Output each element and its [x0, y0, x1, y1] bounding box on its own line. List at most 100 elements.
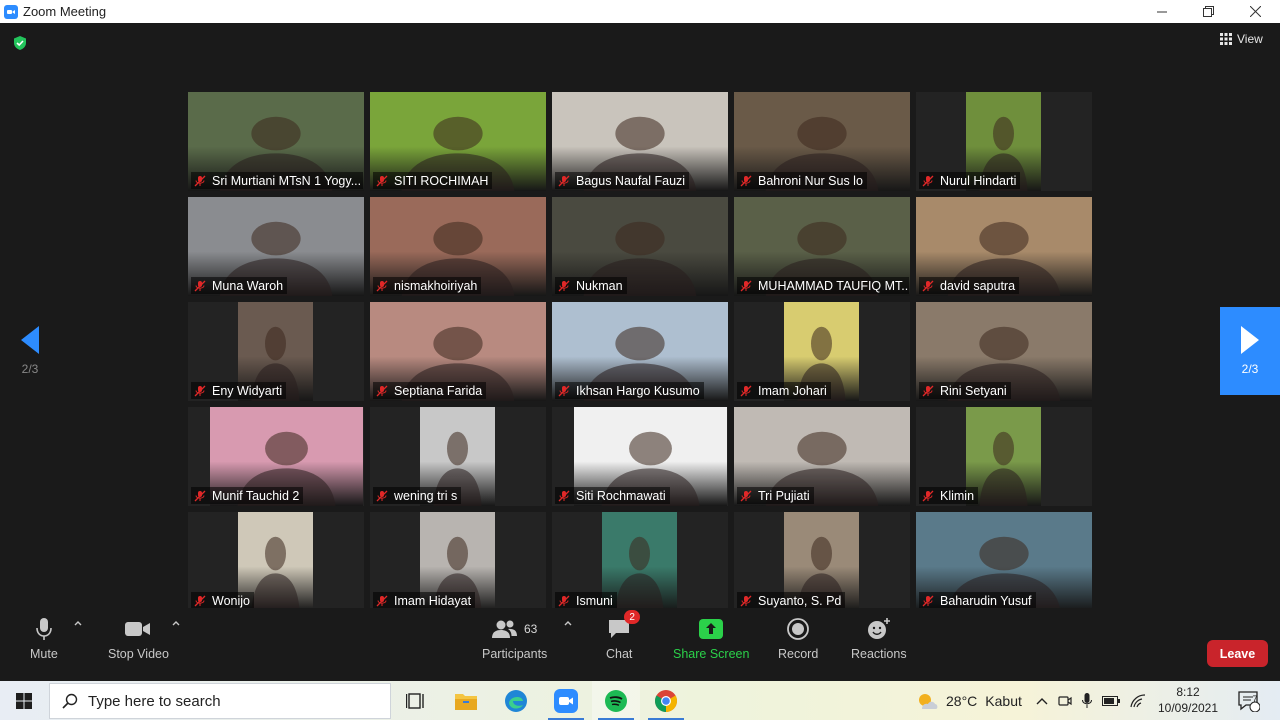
muted-microphone-icon	[922, 280, 934, 291]
participant-tile[interactable]: Siti Rochmawati	[552, 407, 728, 506]
participant-tile[interactable]: Ismuni	[552, 512, 728, 611]
participant-name-label: Imam Hidayat	[373, 592, 476, 609]
participant-tile[interactable]: Nukman	[552, 197, 728, 296]
participant-tile[interactable]: Klimin	[916, 407, 1092, 506]
participant-name-label: Rini Setyani	[919, 382, 1011, 399]
video-options-caret-icon[interactable]	[171, 618, 181, 628]
participant-tile[interactable]: Munif Tauchid 2	[188, 407, 364, 506]
taskbar-chrome[interactable]	[642, 681, 690, 720]
participant-name: Ikhsan Hargo Kusumo	[576, 383, 700, 398]
close-button[interactable]	[1232, 0, 1278, 23]
mute-button[interactable]: Mute	[30, 614, 58, 661]
previous-page-button[interactable]: 2/3	[0, 307, 60, 395]
participant-tile[interactable]: Wonijo	[188, 512, 364, 611]
window-titlebar: Zoom Meeting	[0, 0, 1280, 23]
participant-name-label: Wonijo	[191, 592, 254, 609]
muted-microphone-icon	[740, 385, 752, 396]
participant-tile[interactable]: MUHAMMAD TAUFIQ MT...	[734, 197, 910, 296]
leave-meeting-button[interactable]: Leave	[1207, 640, 1268, 667]
view-button[interactable]: View	[1220, 32, 1263, 46]
encryption-shield-icon[interactable]	[12, 35, 28, 51]
audio-options-caret-icon[interactable]	[73, 618, 83, 628]
participant-tile[interactable]: Suyanto, S. Pd	[734, 512, 910, 611]
taskbar-edge[interactable]	[492, 681, 540, 720]
taskbar-spotify[interactable]	[592, 681, 640, 720]
muted-microphone-icon	[922, 385, 934, 396]
task-view-button[interactable]	[392, 681, 440, 720]
stop-video-button[interactable]: Stop Video	[108, 614, 169, 661]
record-icon	[787, 618, 810, 640]
participant-name: Imam Johari	[758, 383, 827, 398]
muted-microphone-icon	[922, 175, 934, 186]
participant-name-label: wening tri s	[373, 487, 462, 504]
muted-microphone-icon	[194, 280, 206, 291]
participant-name: Klimin	[940, 488, 975, 503]
participants-button[interactable]: 63 Participants	[482, 614, 547, 661]
participants-label: Participants	[482, 647, 548, 661]
participant-name-label: Baharudin Yusuf	[919, 592, 1036, 609]
muted-microphone-icon	[194, 175, 206, 186]
record-button[interactable]: Record	[778, 614, 818, 661]
muted-microphone-icon	[376, 175, 388, 186]
participant-tile[interactable]: Rini Setyani	[916, 302, 1092, 401]
participant-tile[interactable]: Imam Johari	[734, 302, 910, 401]
participant-tile[interactable]: Imam Hidayat	[370, 512, 546, 611]
wifi-icon[interactable]	[1130, 693, 1146, 708]
participant-name-label: Imam Johari	[737, 382, 831, 399]
clock-date: 10/09/2021	[1157, 701, 1219, 715]
participant-tile[interactable]: Bahroni Nur Sus lo	[734, 92, 910, 191]
participant-tile[interactable]: Muna Waroh	[188, 197, 364, 296]
start-button[interactable]	[0, 681, 48, 720]
participant-tile[interactable]: nismakhoiriyah	[370, 197, 546, 296]
taskbar-clock[interactable]: 8:12 10/09/2021	[1152, 684, 1224, 716]
weather-description: Kabut	[985, 692, 1022, 709]
participants-options-caret-icon[interactable]	[563, 618, 573, 628]
muted-microphone-icon	[922, 490, 934, 501]
participant-name: Nurul Hindarti	[940, 173, 1017, 188]
participant-name-label: Tri Pujiati	[737, 487, 814, 504]
participant-name-label: Nurul Hindarti	[919, 172, 1021, 189]
participant-tile[interactable]: Bagus Naufal Fauzi	[552, 92, 728, 191]
meeting-toolbar: Mute Stop Video 63 Participants 2 Chat S…	[0, 608, 1280, 681]
participant-tile[interactable]: Baharudin Yusuf	[916, 512, 1092, 611]
participant-name: nismakhoiriyah	[394, 278, 478, 293]
action-center-button[interactable]: 7	[1238, 681, 1260, 720]
notification-count: 7	[1252, 694, 1258, 704]
participant-tile[interactable]: Septiana Farida	[370, 302, 546, 401]
muted-microphone-icon	[740, 595, 752, 606]
participant-name: Suyanto, S. Pd	[758, 593, 842, 608]
participant-name-label: MUHAMMAD TAUFIQ MT...	[737, 277, 909, 294]
chat-button[interactable]: 2 Chat	[606, 610, 641, 661]
show-hidden-icons-chevron-icon[interactable]	[1036, 696, 1048, 706]
view-label: View	[1237, 32, 1263, 46]
edge-browser-icon	[505, 689, 527, 712]
participant-tile[interactable]: Eny Widyarti	[188, 302, 364, 401]
participant-tile[interactable]: SITI ROCHIMAH	[370, 92, 546, 191]
participant-tile[interactable]: david saputra	[916, 197, 1092, 296]
participant-tile[interactable]: Tri Pujiati	[734, 407, 910, 506]
participant-name-label: Bahroni Nur Sus lo	[737, 172, 867, 189]
next-page-button[interactable]: 2/3	[1220, 307, 1280, 395]
meeting-area: View 2/3 Sri Murtiani MTsN 1 Yogy... SITI…	[0, 23, 1280, 681]
participant-name: SITI ROCHIMAH	[394, 173, 489, 188]
chat-unread-badge: 2	[624, 610, 641, 624]
participant-tile[interactable]: Ikhsan Hargo Kusumo	[552, 302, 728, 401]
muted-microphone-icon	[194, 595, 206, 606]
participant-name: Wonijo	[212, 593, 250, 608]
battery-icon[interactable]	[1102, 695, 1120, 706]
participant-name: Rini Setyani	[940, 383, 1007, 398]
weather-widget[interactable]: 28°C Kabut	[916, 681, 1022, 720]
taskbar-zoom[interactable]	[542, 681, 590, 720]
taskbar-search-box[interactable]: Type here to search	[49, 683, 391, 719]
taskbar-file-explorer[interactable]	[442, 681, 490, 720]
participant-tile[interactable]: Nurul Hindarti	[916, 92, 1092, 191]
microphone-tray-icon[interactable]	[1082, 692, 1092, 709]
participant-tile[interactable]: Sri Murtiani MTsN 1 Yogy...	[188, 92, 364, 191]
reactions-button[interactable]: Reactions	[851, 614, 907, 661]
minimize-button[interactable]	[1139, 0, 1185, 23]
share-screen-button[interactable]: Share Screen	[673, 614, 749, 661]
participant-name: Bahroni Nur Sus lo	[758, 173, 863, 188]
meet-now-icon[interactable]	[1058, 694, 1072, 708]
participant-tile[interactable]: wening tri s	[370, 407, 546, 506]
restore-button[interactable]	[1185, 0, 1231, 23]
